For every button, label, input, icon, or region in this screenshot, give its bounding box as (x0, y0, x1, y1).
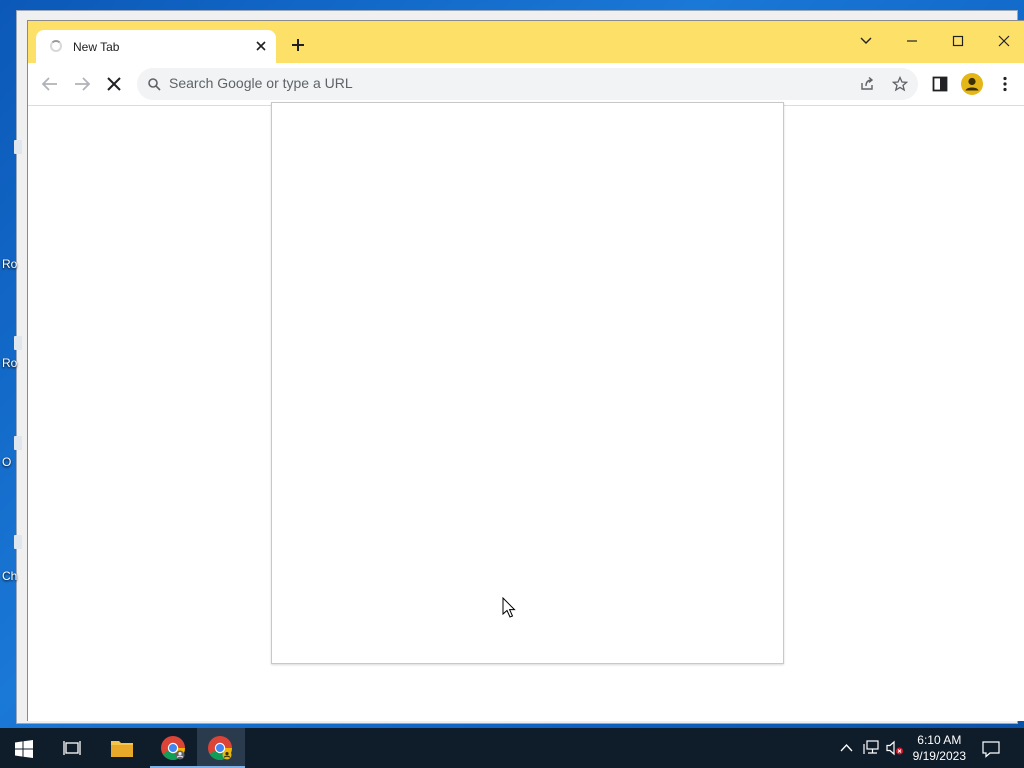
desktop-icon-label-4[interactable]: Ch (2, 569, 17, 583)
tab-title: New Tab (73, 40, 120, 54)
maximize-icon (952, 35, 964, 47)
task-view-button[interactable] (48, 728, 96, 768)
tab-strip: New Tab (28, 21, 1024, 63)
desktop-icon-label-1[interactable]: Ro (2, 257, 17, 271)
loading-spinner-icon (50, 40, 62, 52)
windows-logo-icon (15, 740, 33, 758)
side-panel-button[interactable] (928, 72, 952, 96)
chevron-down-icon (860, 37, 872, 44)
mouse-cursor-icon (502, 597, 516, 618)
stop-loading-button[interactable] (102, 72, 126, 96)
page-content (28, 102, 1024, 721)
arrow-left-icon (41, 77, 57, 91)
more-vertical-icon (1003, 76, 1007, 92)
share-icon[interactable] (859, 76, 875, 92)
notification-icon[interactable] (982, 740, 1000, 758)
folder-icon (111, 741, 133, 757)
browser-window: New Tab (27, 20, 1024, 721)
chrome-icon (208, 736, 232, 761)
network-icon[interactable] (863, 740, 881, 756)
plus-icon (292, 39, 304, 51)
blank-popup-panel (271, 102, 784, 664)
back-button[interactable] (38, 72, 62, 96)
person-icon (965, 77, 979, 91)
side-panel-icon (932, 76, 948, 92)
taskbar-file-explorer[interactable] (98, 728, 146, 768)
minimize-button[interactable] (889, 27, 935, 55)
tab-new-tab[interactable]: New Tab (36, 30, 276, 63)
omnibox[interactable] (137, 68, 918, 100)
desktop-icon-mark (14, 336, 22, 350)
desktop-icon-mark (14, 140, 22, 154)
desktop-icon-mark (14, 535, 22, 549)
desktop-icon-label-2[interactable]: Ro (2, 356, 17, 370)
close-window-button[interactable] (981, 27, 1024, 55)
clock-date: 9/19/2023 (912, 749, 966, 763)
system-clock[interactable]: 6:10 AM 9/19/2023 (913, 732, 966, 764)
maximize-button[interactable] (935, 27, 981, 55)
search-icon (148, 78, 161, 91)
desktop-icon-mark (14, 436, 22, 450)
arrow-right-icon (75, 77, 91, 91)
start-button[interactable] (0, 728, 48, 768)
tab-search-button[interactable] (843, 27, 889, 55)
desktop-icon-label-3[interactable]: O (2, 455, 11, 469)
task-view-icon (63, 741, 81, 755)
forward-button[interactable] (70, 72, 94, 96)
chevron-up-icon[interactable] (840, 742, 853, 754)
clock-time: 6:10 AM (917, 733, 962, 747)
taskbar: 6:10 AM 9/19/2023 (0, 728, 1024, 768)
new-tab-button[interactable] (288, 35, 308, 55)
close-icon (998, 35, 1010, 47)
minimize-icon (907, 40, 917, 42)
taskbar-chrome-2[interactable] (197, 728, 245, 768)
bookmark-star-icon[interactable] (892, 76, 908, 92)
chrome-icon (161, 736, 185, 761)
chrome-menu-button[interactable] (993, 72, 1017, 96)
address-input[interactable] (169, 75, 769, 91)
tab-close-button[interactable] (253, 38, 269, 54)
taskbar-chrome-1[interactable] (150, 728, 198, 768)
close-icon (256, 41, 266, 51)
profile-avatar[interactable] (961, 73, 983, 95)
volume-muted-icon[interactable] (886, 740, 904, 756)
close-icon (107, 77, 121, 91)
browser-toolbar (28, 63, 1024, 106)
